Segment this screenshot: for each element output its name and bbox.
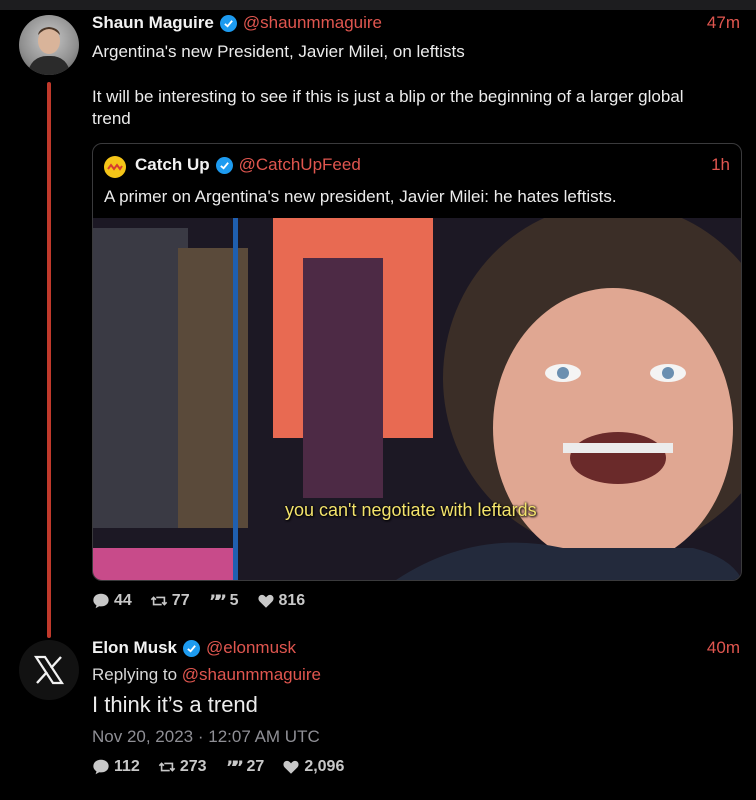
- tweet-time[interactable]: 47m: [707, 13, 740, 33]
- reply-author-name[interactable]: Elon Musk: [92, 638, 177, 658]
- reply-quote-count[interactable]: ”” 27: [225, 758, 265, 776]
- catchup-avatar-icon: [104, 156, 126, 178]
- reply-count-value: 44: [114, 592, 132, 609]
- heart-icon: [283, 760, 299, 774]
- reply-stats: 112 273 ”” 27 2,096: [92, 758, 344, 776]
- tweet-text-line2: It will be interesting to see if this is…: [92, 87, 684, 128]
- quote-header: Catch Up @CatchUpFeed: [135, 155, 361, 175]
- x-logo-icon: [33, 655, 65, 685]
- reply-verified-badge-icon: [183, 639, 201, 657]
- retweet-count[interactable]: 77: [150, 592, 190, 610]
- quote-icon: ””: [225, 758, 243, 776]
- avatar-photo-icon: [27, 27, 71, 75]
- reply-like-count-value: 2,096: [304, 758, 345, 775]
- retweet-count-value: 77: [171, 592, 190, 609]
- reply-reply-count-value: 112: [114, 758, 140, 775]
- author-handle[interactable]: @shaunmmaguire: [243, 13, 382, 33]
- quote-author-name[interactable]: Catch Up: [135, 155, 210, 175]
- reply-date[interactable]: Nov 20, 2023 · 12:07 AM UTC: [92, 727, 320, 747]
- reply-text: I think it’s a trend: [92, 692, 258, 717]
- quote-time[interactable]: 1h: [711, 155, 730, 175]
- tweet-header: Shaun Maguire @shaunmmaguire: [92, 13, 382, 33]
- retweet-icon: [150, 596, 168, 606]
- replying-to-label: Replying to: [92, 665, 178, 684]
- comment-icon: [93, 593, 109, 609]
- avatar-shaun-maguire[interactable]: [19, 15, 79, 75]
- thread-line: [47, 82, 51, 638]
- author-name[interactable]: Shaun Maguire: [92, 13, 214, 33]
- quote-verified-badge-icon: [215, 156, 233, 174]
- reply-quote-count-value: 27: [246, 758, 265, 775]
- comment-icon: [93, 759, 109, 775]
- heart-icon: [257, 594, 274, 608]
- quote-count-value: 5: [229, 592, 239, 609]
- replying-to: Replying to @shaunmmaguire: [92, 665, 321, 685]
- top-bar: [0, 0, 756, 10]
- reply-time[interactable]: 40m: [707, 638, 740, 658]
- svg-text:”: ”: [215, 592, 226, 610]
- like-count[interactable]: 816: [257, 592, 306, 610]
- reply-like-count[interactable]: 2,096: [282, 758, 344, 776]
- retweet-icon: [158, 762, 176, 772]
- svg-text:”: ”: [232, 758, 243, 776]
- reply-count[interactable]: 44: [92, 592, 132, 610]
- tweet-stats: 44 77 ”” 5 816: [92, 592, 305, 610]
- like-count-value: 816: [278, 592, 306, 609]
- reply-retweet-count[interactable]: 273: [158, 758, 207, 776]
- quote-icon: ””: [208, 592, 226, 610]
- reply-retweet-count-value: 273: [179, 758, 207, 775]
- reply-author-handle[interactable]: @elonmusk: [206, 638, 296, 658]
- quote-count[interactable]: ”” 5: [208, 592, 239, 610]
- video-subtitle: you can't negotiate with leftards: [285, 500, 537, 520]
- tweet-text-line1: Argentina's new President, Javier Milei,…: [92, 42, 465, 61]
- verified-badge-icon: [219, 14, 237, 32]
- quote-author-handle[interactable]: @CatchUpFeed: [239, 155, 361, 175]
- quote-tweet-card[interactable]: Catch Up @CatchUpFeed 1h A primer on Arg…: [92, 143, 742, 581]
- reply-header: Elon Musk @elonmusk: [92, 638, 296, 658]
- video-frame-image: [93, 218, 741, 580]
- avatar-elon-musk[interactable]: [19, 640, 79, 700]
- quote-text: A primer on Argentina's new president, J…: [104, 187, 617, 206]
- quote-video-thumbnail[interactable]: you can't negotiate with leftards: [93, 218, 741, 580]
- reply-reply-count[interactable]: 112: [92, 758, 140, 776]
- replying-to-handle[interactable]: @shaunmmaguire: [182, 665, 321, 684]
